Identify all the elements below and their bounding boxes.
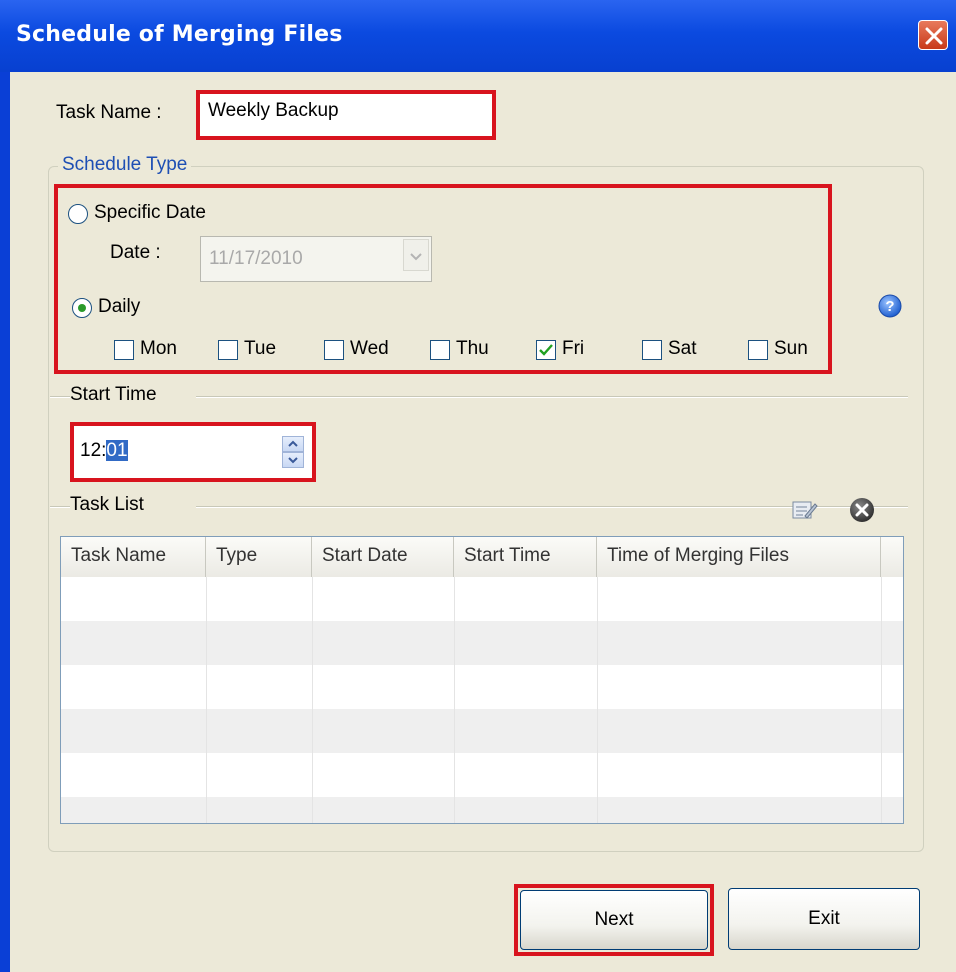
help-icon: ?	[878, 294, 902, 318]
edit-task-icon	[792, 501, 818, 519]
column-header-task-name[interactable]: Task Name	[61, 537, 206, 577]
start-time-hour: 12:	[80, 440, 107, 461]
thu-checkbox[interactable]	[430, 340, 450, 360]
task-list-divider-left	[50, 506, 70, 508]
wed-label: Wed	[350, 338, 389, 359]
sun-checkbox[interactable]	[748, 340, 768, 360]
start-time-divider-left	[50, 396, 70, 398]
date-value: 11/17/2010	[209, 248, 303, 269]
schedule-type-legend: Schedule Type	[58, 154, 192, 176]
column-header-start-time[interactable]: Start Time	[454, 537, 597, 577]
sat-label: Sat	[668, 338, 697, 359]
column-header-type[interactable]: Type	[206, 537, 312, 577]
tue-label: Tue	[244, 338, 277, 359]
thu-label: Thu	[456, 338, 489, 359]
column-divider	[597, 577, 598, 823]
help-button[interactable]: ?	[878, 294, 902, 323]
task-name-value: Weekly Backup	[208, 100, 339, 121]
mon-label: Mon	[140, 338, 177, 359]
column-header-merging-time[interactable]: Time of Merging Files	[597, 537, 881, 577]
daily-radio[interactable]	[72, 298, 92, 318]
task-list-legend: Task List	[70, 494, 144, 515]
tue-checkbox[interactable]	[218, 340, 238, 360]
arrow-down-icon	[288, 457, 298, 464]
column-header-start-date[interactable]: Start Date	[312, 537, 454, 577]
task-name-input[interactable]: Weekly Backup	[200, 94, 492, 136]
svg-text:?: ?	[885, 298, 894, 315]
delete-task-button[interactable]	[848, 496, 876, 529]
start-time-legend: Start Time	[70, 384, 157, 405]
chevron-down-icon	[410, 253, 422, 261]
fri-label: Fri	[562, 338, 585, 359]
table-row[interactable]	[61, 709, 903, 753]
spin-down-button[interactable]	[282, 452, 304, 468]
next-button[interactable]: Next	[520, 890, 708, 950]
start-time-minute[interactable]: 01	[106, 440, 128, 461]
fri-checkbox[interactable]	[536, 340, 556, 360]
date-label: Date :	[110, 242, 161, 263]
table-row[interactable]	[61, 753, 903, 797]
dialog-body: Task Name : Weekly Backup Schedule Type …	[10, 72, 956, 972]
mon-checkbox[interactable]	[114, 340, 134, 360]
wed-checkbox[interactable]	[324, 340, 344, 360]
column-divider	[312, 577, 313, 823]
daily-label: Daily	[98, 296, 141, 317]
sat-checkbox[interactable]	[642, 340, 662, 360]
close-button[interactable]	[918, 20, 948, 50]
column-divider	[454, 577, 455, 823]
specific-date-label: Specific Date	[94, 202, 206, 223]
spin-up-button[interactable]	[282, 436, 304, 452]
table-row[interactable]	[61, 665, 903, 709]
table-header: Task Name Type Start Date Start Time Tim…	[61, 537, 903, 578]
table-row[interactable]	[61, 621, 903, 665]
table-row[interactable]	[61, 797, 903, 823]
exit-button[interactable]: Exit	[728, 888, 920, 950]
column-divider	[206, 577, 207, 823]
task-list-table[interactable]: Task Name Type Start Date Start Time Tim…	[60, 536, 904, 824]
sun-label: Sun	[774, 338, 808, 359]
delete-task-icon	[850, 498, 874, 522]
date-picker[interactable]: 11/17/2010	[200, 236, 432, 282]
window-title: Schedule of Merging Files	[16, 22, 343, 47]
title-bar[interactable]: Schedule of Merging Files	[0, 0, 956, 72]
start-time-spinner[interactable]: 12:01	[74, 426, 312, 478]
date-dropdown-button[interactable]	[403, 239, 429, 271]
table-row[interactable]	[61, 577, 903, 621]
edit-task-button[interactable]	[790, 496, 818, 527]
column-divider	[881, 577, 882, 823]
check-mark-icon	[539, 344, 553, 356]
task-name-label: Task Name :	[56, 102, 162, 123]
start-time-divider	[196, 396, 908, 398]
close-icon	[925, 27, 943, 45]
specific-date-radio[interactable]	[68, 204, 88, 224]
arrow-up-icon	[288, 440, 298, 447]
dialog-window: Schedule of Merging Files Task Name : We…	[0, 0, 956, 972]
